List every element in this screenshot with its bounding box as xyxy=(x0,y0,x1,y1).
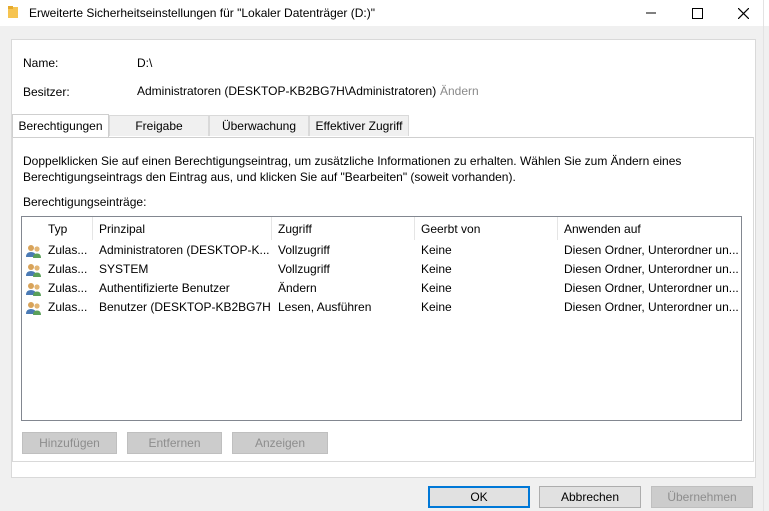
remove-button[interactable]: Entfernen xyxy=(127,432,222,454)
column-header-inherited-from[interactable]: Geerbt von xyxy=(415,217,558,240)
row-principal: Administratoren (DESKTOP-K... xyxy=(99,243,270,257)
users-icon xyxy=(26,302,41,315)
row-inherited-from: Keine xyxy=(421,243,452,257)
button-label: OK xyxy=(470,490,488,504)
row-inherited-from: Keine xyxy=(421,300,452,314)
list-header: Typ Prinzipal Zugriff Geerbt von Anwende… xyxy=(22,217,741,240)
table-row[interactable]: Zulas... Authentifizierte Benutzer Änder… xyxy=(22,279,741,298)
table-row[interactable]: Zulas... Administratoren (DESKTOP-K... V… xyxy=(22,241,741,260)
row-type: Zulas... xyxy=(48,281,88,295)
row-inherited-from: Keine xyxy=(421,262,452,276)
row-type: Zulas... xyxy=(48,243,88,257)
window-edge xyxy=(763,0,764,511)
permissions-description: Doppelklicken Sie auf einen Berechtigung… xyxy=(23,154,682,184)
column-header-principal[interactable]: Prinzipal xyxy=(93,217,272,240)
column-label: Anwenden auf xyxy=(564,221,641,236)
users-icon xyxy=(26,283,41,296)
column-label: Zugriff xyxy=(278,221,312,236)
maximize-button[interactable] xyxy=(674,0,720,26)
row-applies-to: Diesen Ordner, Unterordner un... xyxy=(564,243,739,257)
close-button[interactable] xyxy=(720,0,766,26)
title-bar: Erweiterte Sicherheitseinstellungen für … xyxy=(0,0,769,26)
column-label: Prinzipal xyxy=(99,221,146,236)
table-row[interactable]: Zulas... SYSTEM Vollzugriff Keine Diesen… xyxy=(22,260,741,279)
tab-effective-access[interactable]: Effektiver Zugriff xyxy=(309,115,409,136)
row-access: Lesen, Ausführen xyxy=(278,300,372,314)
column-header-type[interactable]: Typ xyxy=(42,217,93,240)
owner-label: Besitzer: xyxy=(23,85,70,99)
folder-icon xyxy=(8,6,18,18)
tab-label: Freigabe xyxy=(135,119,183,133)
column-label: Typ xyxy=(48,221,68,236)
name-label: Name: xyxy=(23,56,59,70)
add-button[interactable]: Hinzufügen xyxy=(22,432,117,454)
tab-permissions[interactable]: Berechtigungen xyxy=(12,114,109,137)
row-principal: Authentifizierte Benutzer xyxy=(99,281,230,295)
row-access: Ändern xyxy=(278,281,317,295)
cancel-button[interactable]: Abbrechen xyxy=(539,486,641,508)
permission-entries-list[interactable]: Typ Prinzipal Zugriff Geerbt von Anwende… xyxy=(21,216,742,421)
button-label: Übernehmen xyxy=(667,490,737,504)
row-principal: SYSTEM xyxy=(99,262,149,276)
column-header-access[interactable]: Zugriff xyxy=(272,217,415,240)
apply-button[interactable]: Übernehmen xyxy=(651,486,753,508)
permission-entries-label: Berechtigungseinträge: xyxy=(23,195,147,209)
name-value: D:\ xyxy=(137,56,153,70)
users-icon xyxy=(26,264,41,277)
row-principal: Benutzer (DESKTOP-KB2BG7H... xyxy=(99,300,271,314)
tab-auditing[interactable]: Überwachung xyxy=(209,115,309,136)
table-row[interactable]: Zulas... Benutzer (DESKTOP-KB2BG7H... Le… xyxy=(22,298,741,317)
tab-label: Überwachung xyxy=(221,119,297,133)
column-label: Geerbt von xyxy=(421,221,481,236)
button-label: Hinzufügen xyxy=(39,436,100,450)
button-label: Entfernen xyxy=(148,436,201,450)
tab-sharing[interactable]: Freigabe xyxy=(109,115,209,136)
row-type: Zulas... xyxy=(48,300,88,314)
window-title: Erweiterte Sicherheitseinstellungen für … xyxy=(29,6,376,20)
column-header-applies-to[interactable]: Anwenden auf xyxy=(558,217,739,240)
row-inherited-from: Keine xyxy=(421,281,452,295)
row-access: Vollzugriff xyxy=(278,243,330,257)
ok-button[interactable]: OK xyxy=(428,486,530,508)
users-icon xyxy=(26,245,41,258)
change-owner-link[interactable]: Ändern xyxy=(440,84,479,98)
row-applies-to: Diesen Ordner, Unterordner un... xyxy=(564,262,739,276)
row-type: Zulas... xyxy=(48,262,88,276)
view-button[interactable]: Anzeigen xyxy=(232,432,328,454)
close-icon xyxy=(737,7,749,19)
minimize-icon xyxy=(646,12,656,14)
row-access: Vollzugriff xyxy=(278,262,330,276)
row-applies-to: Diesen Ordner, Unterordner un... xyxy=(564,281,739,295)
button-label: Anzeigen xyxy=(254,436,306,450)
tab-label: Effektiver Zugriff xyxy=(315,119,403,133)
tab-label: Berechtigungen xyxy=(18,119,103,133)
minimize-button[interactable] xyxy=(628,0,674,26)
row-applies-to: Diesen Ordner, Unterordner un... xyxy=(564,300,739,314)
maximize-icon xyxy=(691,7,703,19)
button-label: Abbrechen xyxy=(560,490,620,504)
owner-value: Administratoren (DESKTOP-KB2BG7H\Adminis… xyxy=(137,84,437,98)
